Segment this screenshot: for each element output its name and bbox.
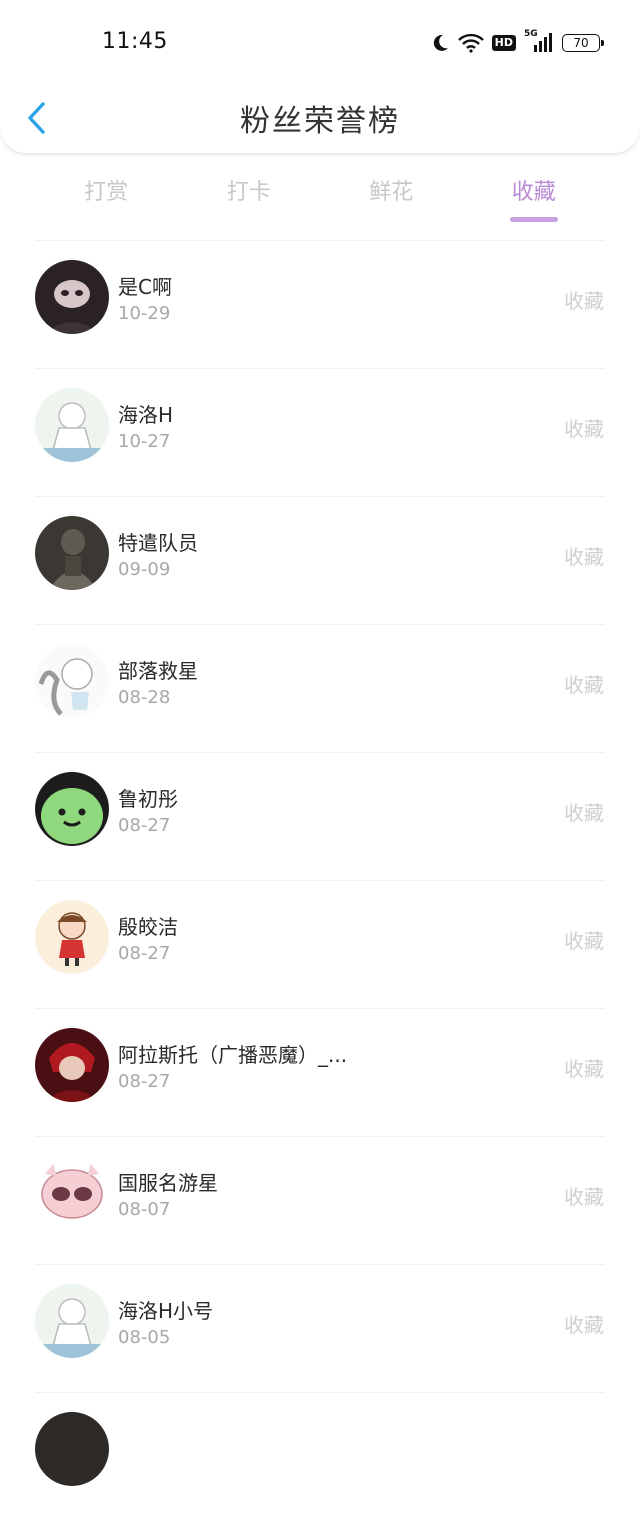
list-item[interactable]: 海洛H小号 08-05 收藏	[0, 1265, 640, 1393]
list-item[interactable]: 国服名游星 08-07 收藏	[0, 1137, 640, 1265]
tab-label: 收藏	[511, 180, 556, 205]
avatar	[35, 1284, 109, 1358]
fan-date: 08-07	[118, 1199, 171, 1220]
active-tab-indicator	[509, 217, 558, 222]
avatar	[35, 388, 109, 462]
moon-icon	[430, 33, 450, 53]
list-item[interactable]: 部落救星 08-28 收藏	[0, 625, 640, 753]
list-item[interactable]: 阿拉斯托（广播恶魔）_... 08-27 收藏	[0, 1009, 640, 1137]
status-icons: HD 5G 70	[430, 28, 604, 58]
avatar	[35, 1028, 109, 1102]
tab-label: 打卡	[226, 180, 271, 205]
avatar	[35, 1156, 109, 1230]
fan-date: 08-27	[118, 943, 171, 964]
tab-checkin[interactable]: 打卡	[178, 170, 321, 226]
fan-date: 08-05	[118, 1327, 171, 1348]
tab-flowers[interactable]: 鲜花	[320, 170, 463, 226]
favorite-label: 收藏	[564, 417, 604, 441]
fan-date: 10-27	[118, 431, 171, 452]
tab-label: 鲜花	[369, 180, 414, 205]
favorite-label: 收藏	[564, 545, 604, 569]
favorite-label: 收藏	[564, 1313, 604, 1337]
list-item[interactable]: 特遣队员 09-09 收藏	[0, 497, 640, 625]
favorite-label: 收藏	[564, 929, 604, 953]
fan-date: 08-27	[118, 1071, 171, 1092]
list-item[interactable]: 殷皎洁 08-27 收藏	[0, 881, 640, 1009]
fan-date: 09-09	[118, 559, 171, 580]
avatar	[35, 516, 109, 590]
fan-name: 鲁初彤	[118, 787, 178, 811]
page-title: 粉丝荣誉榜	[240, 104, 400, 139]
tab-bar: 打赏 打卡 鲜花 收藏	[35, 170, 605, 226]
list-item[interactable]: 鲁初彤 08-27 收藏	[0, 753, 640, 881]
tab-label: 打赏	[84, 180, 129, 205]
fan-name: 阿拉斯托（广播恶魔）_...	[118, 1043, 348, 1067]
fan-date: 08-28	[118, 687, 171, 708]
list-item[interactable]: 是C啊 10-29 收藏	[0, 241, 640, 369]
fan-name: 国服名游星	[118, 1171, 218, 1195]
list-item[interactable]	[0, 1393, 640, 1521]
tab-reward[interactable]: 打赏	[35, 170, 178, 226]
favorite-label: 收藏	[564, 1185, 604, 1209]
tab-favorites[interactable]: 收藏	[463, 170, 606, 226]
fan-date: 10-29	[118, 303, 171, 324]
avatar	[35, 260, 109, 334]
fan-name: 殷皎洁	[118, 915, 178, 939]
fan-name: 特遣队员	[118, 531, 198, 555]
battery-level: 70	[573, 36, 589, 50]
header-bar: 11:45 HD 5G 70 粉丝荣誉榜	[0, 0, 640, 154]
fan-name: 海洛H	[118, 403, 174, 427]
avatar	[35, 644, 109, 718]
fan-name: 部落救星	[118, 659, 198, 683]
fan-date: 08-27	[118, 815, 171, 836]
signal-icon: 5G	[524, 29, 552, 54]
status-time: 11:45	[102, 29, 168, 54]
fan-list: 是C啊 10-29 收藏 海洛H 10-27 收藏 特遣队员 09-09 收藏 …	[0, 241, 640, 1521]
favorite-label: 收藏	[564, 673, 604, 697]
wifi-icon	[457, 33, 484, 53]
network-label: 5G	[524, 29, 538, 39]
avatar	[35, 900, 109, 974]
favorite-label: 收藏	[564, 801, 604, 825]
favorite-label: 收藏	[564, 289, 604, 313]
fan-name: 海洛H小号	[118, 1299, 214, 1323]
fan-name: 是C啊	[118, 275, 172, 299]
avatar	[35, 1412, 109, 1486]
battery-icon: 70	[562, 34, 604, 52]
hd-icon: HD	[491, 35, 516, 51]
favorite-label: 收藏	[564, 1057, 604, 1081]
avatar	[35, 772, 109, 846]
list-item[interactable]: 海洛H 10-27 收藏	[0, 369, 640, 497]
